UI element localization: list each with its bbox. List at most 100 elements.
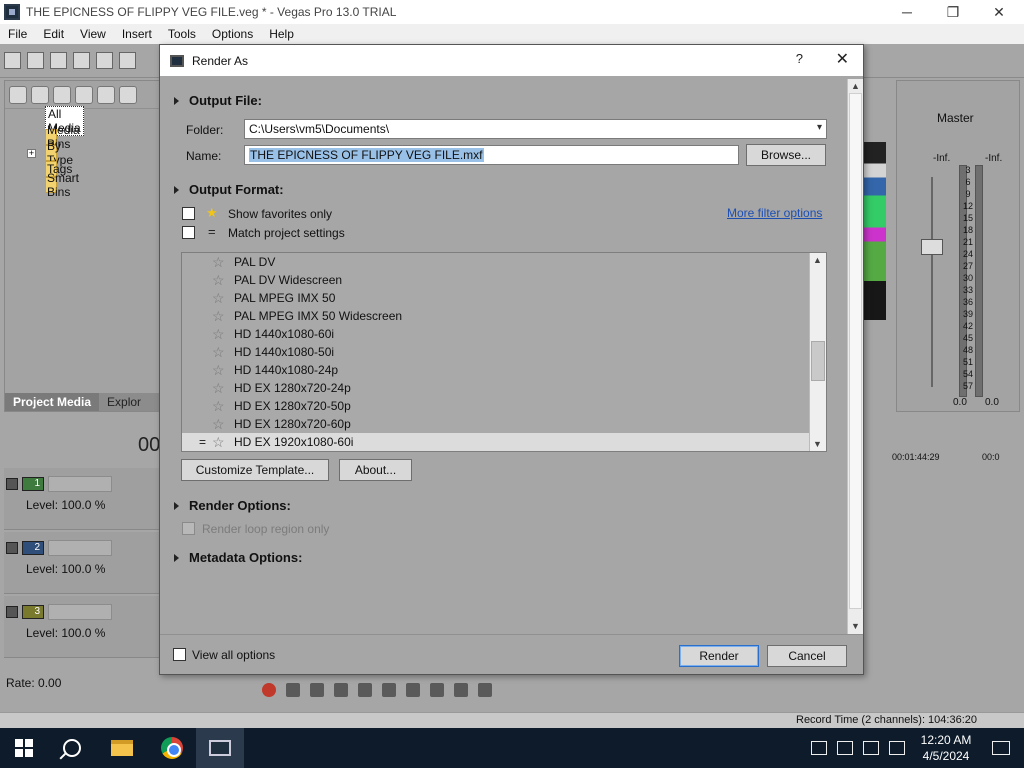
list-item[interactable]: ☆ HD 1440x1080-60i: [182, 325, 809, 343]
track-minimize-icon[interactable]: [6, 542, 18, 554]
file-name-input[interactable]: THE EPICNESS OF FLIPPY VEG FILE.mxf: [244, 145, 739, 165]
track-name-field[interactable]: [48, 540, 112, 556]
menu-help[interactable]: Help: [261, 27, 302, 41]
scrollbar-thumb[interactable]: [811, 341, 825, 381]
track-minimize-icon[interactable]: [6, 606, 18, 618]
match-project-checkbox[interactable]: [182, 226, 195, 239]
get-media-icon[interactable]: [53, 85, 71, 104]
scroll-up-icon[interactable]: ▲: [851, 81, 860, 91]
go-to-end-icon[interactable]: [430, 683, 444, 697]
taskbar-clock[interactable]: 12:20 AM 4/5/2024: [910, 732, 982, 764]
save-icon[interactable]: [50, 52, 67, 69]
list-item-selected[interactable]: = ☆ HD EX 1920x1080-60i: [182, 433, 809, 451]
format-template-list[interactable]: ☆ PAL DV ☆ PAL DV Widescreen ☆ PAL MPEG IMX…: [181, 252, 827, 452]
list-item[interactable]: ☆ PAL DV Widescreen: [182, 271, 809, 289]
folder-combobox[interactable]: C:\Users\vm5\Documents\ ▾: [244, 119, 827, 139]
next-frame-icon[interactable]: [478, 683, 492, 697]
properties-icon[interactable]: [119, 52, 136, 69]
list-item[interactable]: ☆ HD EX 1280x720-24p: [182, 379, 809, 397]
play-icon[interactable]: [334, 683, 348, 697]
show-favorites-checkbox[interactable]: [182, 207, 195, 220]
import-media-icon[interactable]: [9, 85, 27, 104]
star-outline-icon[interactable]: ☆: [212, 290, 234, 307]
track-header-3[interactable]: 3 Level: 100.0 %: [4, 596, 160, 658]
list-item[interactable]: ☆ HD EX 1280x720-50p: [182, 397, 809, 415]
menu-edit[interactable]: Edit: [35, 27, 72, 41]
scrollbar-thumb[interactable]: [849, 93, 862, 609]
browse-button[interactable]: Browse...: [746, 144, 826, 166]
view-all-options-checkbox[interactable]: [173, 648, 186, 661]
web-icon[interactable]: [75, 85, 93, 104]
star-outline-icon[interactable]: ☆: [212, 344, 234, 361]
render-options-section-toggle[interactable]: Render Options:: [174, 498, 291, 513]
more-filter-options-link[interactable]: More filter options: [727, 206, 822, 220]
tree-item-by-type[interactable]: By Type: [45, 139, 73, 167]
stop-icon[interactable]: [382, 683, 396, 697]
dialog-close-button[interactable]: ✕: [836, 49, 849, 69]
star-outline-icon[interactable]: ☆: [212, 416, 234, 433]
track-header-1[interactable]: 1 Level: 100.0 %: [4, 468, 160, 530]
star-outline-icon[interactable]: ☆: [212, 398, 234, 415]
scroll-up-icon[interactable]: ▲: [813, 255, 822, 265]
star-outline-icon[interactable]: ☆: [212, 272, 234, 289]
star-outline-icon[interactable]: ☆: [212, 326, 234, 343]
output-file-section-toggle[interactable]: Output File:: [174, 93, 262, 108]
go-to-start-icon[interactable]: [406, 683, 420, 697]
cancel-button[interactable]: Cancel: [767, 645, 847, 667]
notifications-icon[interactable]: [992, 741, 1010, 755]
open-folder-icon[interactable]: [27, 52, 44, 69]
start-button[interactable]: [0, 728, 48, 768]
list-item[interactable]: ☆ HD 1440x1080-24p: [182, 361, 809, 379]
track-header-2[interactable]: 2 Level: 100.0 %: [4, 532, 160, 594]
list-item[interactable]: ☆ PAL MPEG IMX 50: [182, 289, 809, 307]
star-outline-icon[interactable]: ☆: [212, 362, 234, 379]
customize-template-button[interactable]: Customize Template...: [181, 459, 329, 481]
minimize-button[interactable]: ─: [884, 0, 930, 24]
master-fader[interactable]: [919, 177, 945, 387]
save-as-icon[interactable]: [73, 52, 90, 69]
fader-knob[interactable]: [921, 239, 943, 255]
pause-icon[interactable]: [358, 683, 372, 697]
format-list-scrollbar[interactable]: ▲ ▼: [809, 253, 826, 451]
star-outline-icon[interactable]: ☆: [212, 254, 234, 271]
menu-insert[interactable]: Insert: [114, 27, 160, 41]
star-outline-icon[interactable]: ☆: [212, 308, 234, 325]
restore-button[interactable]: ❐: [930, 0, 976, 24]
scroll-down-icon[interactable]: ▼: [851, 621, 860, 631]
star-outline-icon[interactable]: ☆: [212, 434, 234, 451]
file-explorer-button[interactable]: [98, 728, 146, 768]
output-format-section-toggle[interactable]: Output Format:: [174, 182, 284, 197]
prev-frame-icon[interactable]: [454, 683, 468, 697]
network-icon[interactable]: [837, 741, 853, 755]
dialog-scrollbar[interactable]: ▲ ▼: [847, 79, 863, 635]
chevron-up-icon[interactable]: [811, 741, 827, 755]
tree-item-smart-bins[interactable]: Smart Bins: [45, 171, 79, 199]
menu-file[interactable]: File: [0, 27, 35, 41]
help-button[interactable]: ?: [796, 51, 803, 66]
star-outline-icon[interactable]: ☆: [212, 380, 234, 397]
render-button[interactable]: Render: [679, 645, 759, 667]
play-from-start-icon[interactable]: [310, 683, 324, 697]
expand-toggle[interactable]: +: [27, 149, 36, 158]
list-item[interactable]: ☆ HD EX 1280x720-60p: [182, 415, 809, 433]
close-button[interactable]: ✕: [976, 0, 1022, 24]
track-name-field[interactable]: [48, 604, 112, 620]
list-item[interactable]: ☆ PAL MPEG IMX 50 Widescreen: [182, 307, 809, 325]
menu-view[interactable]: View: [72, 27, 114, 41]
track-minimize-icon[interactable]: [6, 478, 18, 490]
vegas-taskbar-button[interactable]: [196, 728, 244, 768]
capture-icon[interactable]: [31, 85, 49, 104]
loop-icon[interactable]: [286, 683, 300, 697]
menu-options[interactable]: Options: [204, 27, 261, 41]
menu-tools[interactable]: Tools: [160, 27, 204, 41]
about-button[interactable]: About...: [339, 459, 412, 481]
tab-project-media[interactable]: Project Media: [5, 393, 100, 411]
render-icon[interactable]: [96, 52, 113, 69]
volume-muted-icon[interactable]: [863, 741, 879, 755]
track-name-field[interactable]: [48, 476, 112, 492]
list-item[interactable]: ☆ PAL DV: [182, 253, 809, 271]
new-project-icon[interactable]: [4, 52, 21, 69]
scroll-down-icon[interactable]: ▼: [813, 439, 822, 449]
tab-explorer[interactable]: Explor: [99, 393, 149, 411]
search-media-icon[interactable]: [119, 85, 137, 104]
